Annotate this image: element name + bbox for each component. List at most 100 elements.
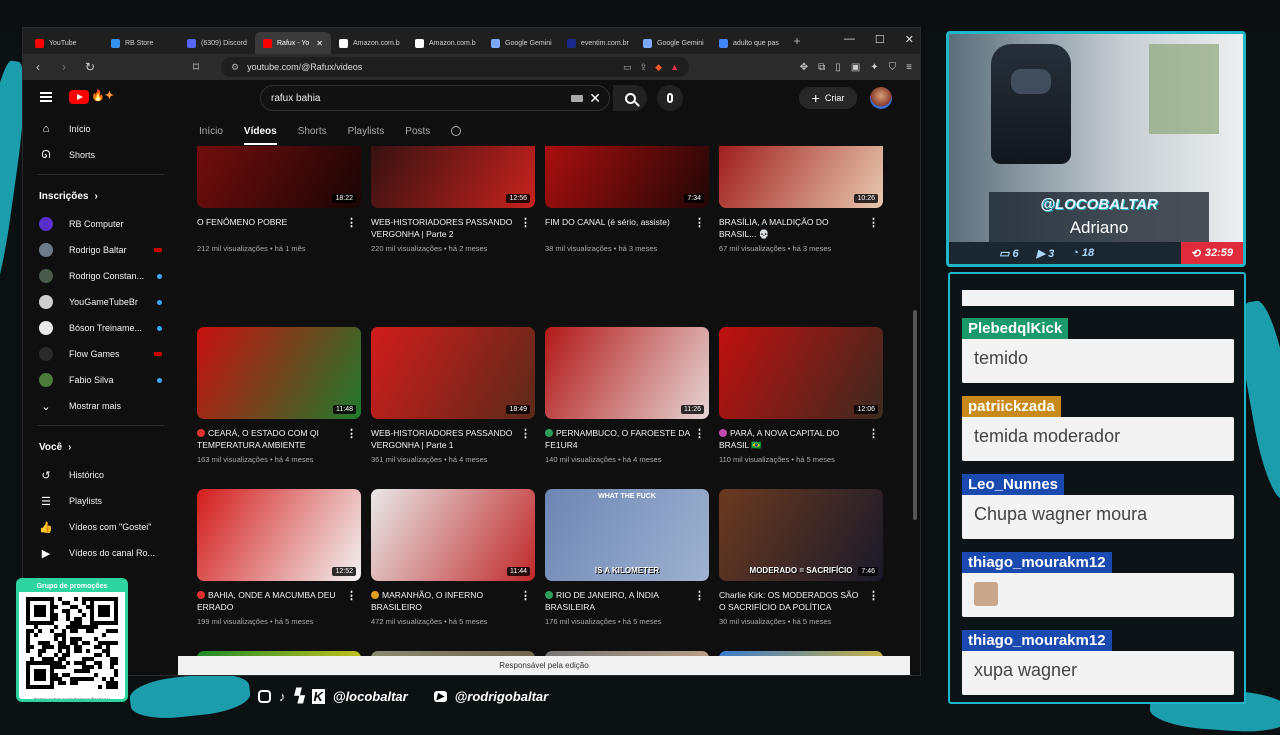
channel-tab[interactable]: Vídeos (243, 126, 277, 145)
more-options-icon[interactable]: ⋮ (346, 427, 357, 440)
video-card[interactable]: 18:22 O FENÔMENO POBRE 212 mil visualizaçõ… (197, 146, 361, 253)
sidebar-item[interactable]: ▶ Vídeos do canal Ro... (23, 540, 178, 566)
wallet-icon[interactable]: ▣ (851, 62, 860, 73)
more-options-icon[interactable]: ⋮ (520, 216, 531, 229)
scrollbar[interactable] (913, 310, 917, 520)
vpn-icon[interactable]: ⛉ (889, 62, 897, 73)
subscription-item[interactable]: Flow Games (23, 341, 178, 367)
leo-ai-icon[interactable]: ✦ (870, 62, 878, 73)
youtube-logo[interactable] (69, 90, 89, 104)
video-thumbnail[interactable]: 12:52 (197, 489, 361, 581)
video-thumbnail[interactable]: 12:06 (719, 327, 883, 419)
tab-3[interactable]: Rafux - Yo ✕ (255, 32, 331, 54)
video-title[interactable]: PARÁ, A NOVA CAPITAL DO BRASIL 🇧🇷 (719, 427, 883, 451)
sidebar-item[interactable]: ↺ Histórico (23, 462, 178, 488)
more-options-icon[interactable]: ⋮ (520, 589, 531, 602)
more-options-icon[interactable]: ⋮ (694, 427, 705, 440)
more-options-icon[interactable]: ⋮ (346, 589, 357, 602)
tab-7[interactable]: eventim.com.br (559, 32, 635, 54)
close-window-icon[interactable]: ✕ (905, 33, 914, 46)
keyboard-icon[interactable] (571, 95, 583, 102)
video-title[interactable]: Charlie Kirk: OS MODERADOS SÃO O SACRIFÍ… (719, 589, 883, 613)
video-card[interactable]: 7:34 FIM DO CANAL (é sério, assiste) 38 mi… (545, 146, 709, 253)
video-title[interactable]: FIM DO CANAL (é sério, assiste) (545, 216, 709, 240)
show-more-button[interactable]: ⌄ Mostrar mais (23, 393, 178, 419)
video-title[interactable]: O FENÔMENO POBRE (197, 216, 361, 240)
video-card[interactable]: 11:44 MARANHÃO, O INFERNO BRASILEIRO 472 m… (371, 489, 535, 626)
close-tab-icon[interactable]: ✕ (316, 39, 323, 48)
sidebar-toggle-icon[interactable]: ▯ (835, 62, 841, 73)
search-input[interactable]: rafux bahia ✕ (260, 85, 610, 111)
back-icon[interactable]: ‹ (31, 60, 45, 74)
video-thumbnail[interactable]: 7:34 (545, 146, 709, 208)
video-card[interactable]: 18:49 WEB-HISTORIADORES PASSANDO VERGONHA… (371, 327, 535, 464)
app-menu-icon[interactable]: ≡ (906, 62, 912, 73)
video-thumbnail[interactable]: 18:22 (197, 146, 361, 208)
tab-6[interactable]: Google Gemini (483, 32, 559, 54)
video-card[interactable]: WHAT THE FUCK IS A KILOMETER RIO DE JANEIR… (545, 489, 709, 626)
url-field[interactable]: ⚙ youtube.com/@Rafux/videos ▭ ⇪ ◆ ▲ (221, 57, 689, 77)
subscriptions-header[interactable]: Inscrições › (23, 181, 178, 211)
avatar[interactable] (870, 87, 892, 109)
tab-9[interactable]: adulto que pas (711, 32, 787, 54)
site-info-icon[interactable]: ⚙ (231, 62, 239, 73)
subscription-item[interactable]: Fabio Silva (23, 367, 178, 393)
channel-tab[interactable]: Posts (405, 126, 430, 137)
channel-tab[interactable]: Shorts (298, 126, 327, 137)
sidebar-item[interactable]: 👍 Vídeos com "Gostei" (23, 514, 178, 540)
brave-rewards-icon[interactable]: ▲ (670, 62, 679, 72)
video-card[interactable]: 12:06 PARÁ, A NOVA CAPITAL DO BRASIL 🇧🇷 11… (719, 327, 883, 464)
screenshot-icon[interactable]: ⧉ (818, 62, 825, 73)
subscription-item[interactable]: RB Computer (23, 211, 178, 237)
share-icon[interactable]: ⇪ (640, 62, 648, 73)
video-card[interactable]: 12:56 WEB-HISTORIADORES PASSANDO VERGONHA… (371, 146, 535, 253)
tab-8[interactable]: Google Gemini (635, 32, 711, 54)
create-button[interactable]: + Criar (799, 87, 857, 109)
video-card[interactable]: MODERADO = SACRIFÍCIO 7:46 Charlie Kirk: O… (719, 489, 883, 626)
video-thumbnail[interactable]: 10:26 (719, 146, 883, 208)
video-card[interactable]: 10:26 BRASÍLIA, A MALDIÇÃO DO BRASIL... 💀… (719, 146, 883, 253)
maximize-icon[interactable]: ☐ (875, 33, 885, 46)
search-button[interactable] (613, 85, 647, 111)
video-title[interactable]: BAHIA, ONDE A MACUMBA DEU ERRADO (197, 589, 361, 613)
clear-search-icon[interactable]: ✕ (589, 90, 601, 107)
sidebar-item[interactable]: ᘏ Shorts (23, 142, 178, 168)
tab-5[interactable]: Amazon.com.b (407, 32, 483, 54)
video-title[interactable]: RIO DE JANEIRO, A ÍNDIA BRASILEIRA (545, 589, 709, 613)
video-card[interactable]: 12:52 BAHIA, ONDE A MACUMBA DEU ERRADO 199… (197, 489, 361, 626)
sidebar-item[interactable]: ☰ Playlists (23, 488, 178, 514)
youtube-doodle-icon[interactable]: 🔥✦ (91, 89, 114, 102)
tab-2[interactable]: (6309) Discord (179, 32, 255, 54)
channel-tab[interactable]: Playlists (348, 126, 385, 137)
video-thumbnail[interactable]: 11:48 (197, 327, 361, 419)
more-options-icon[interactable]: ⋮ (868, 589, 879, 602)
forward-icon[interactable]: › (57, 60, 71, 74)
more-options-icon[interactable]: ⋮ (694, 589, 705, 602)
subscription-item[interactable]: Bóson Treiname... (23, 315, 178, 341)
tab-4[interactable]: Amazon.com.b (331, 32, 407, 54)
video-card[interactable]: 11:26 PERNAMBUCO, O FAROESTE DA FE1UR4 140… (545, 327, 709, 464)
subscription-item[interactable]: Rodrigo Baltar (23, 237, 178, 263)
video-title[interactable]: CEARÁ, O ESTADO COM QI TEMPERATURA AMBIE… (197, 427, 361, 451)
video-card[interactable]: 11:48 CEARÁ, O ESTADO COM QI TEMPERATURA … (197, 327, 361, 464)
reload-icon[interactable]: ↻ (83, 60, 97, 74)
tab-1[interactable]: RB Store (103, 32, 179, 54)
video-thumbnail[interactable]: 11:44 (371, 489, 535, 581)
you-header[interactable]: Você › (23, 432, 178, 462)
brave-shield-icon[interactable]: ◆ (655, 62, 662, 73)
video-thumbnail[interactable]: WHAT THE FUCK IS A KILOMETER (545, 489, 709, 581)
hamburger-menu-icon[interactable] (40, 92, 52, 102)
video-thumbnail[interactable]: MODERADO = SACRIFÍCIO 7:46 (719, 489, 883, 581)
voice-search-button[interactable] (657, 85, 683, 111)
subscription-item[interactable]: YouGameTubeBr (23, 289, 178, 315)
more-options-icon[interactable]: ⋮ (520, 427, 531, 440)
more-options-icon[interactable]: ⋮ (868, 427, 879, 440)
extensions-icon[interactable]: ✥ (800, 62, 808, 73)
video-title[interactable]: WEB-HISTORIADORES PASSANDO VERGONHA | Pa… (371, 216, 535, 240)
channel-search-icon[interactable] (451, 126, 462, 136)
video-title[interactable]: WEB-HISTORIADORES PASSANDO VERGONHA | Pa… (371, 427, 535, 451)
subscription-item[interactable]: Rodrigo Constan... (23, 263, 178, 289)
new-tab-button[interactable]: + (787, 34, 807, 48)
cast-icon[interactable]: ▭ (623, 62, 632, 73)
more-options-icon[interactable]: ⋮ (346, 216, 357, 229)
